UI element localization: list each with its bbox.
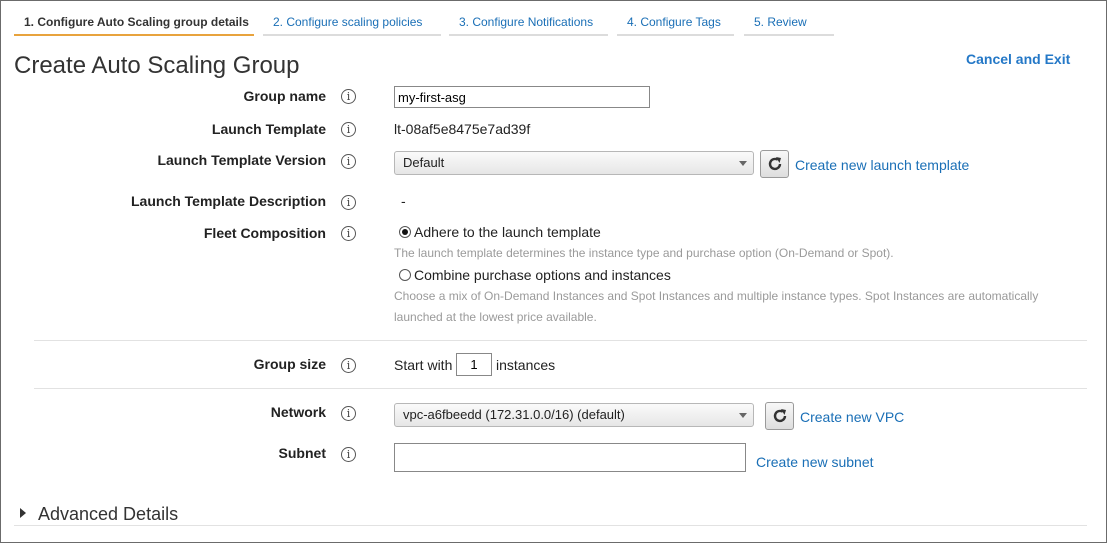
adhere-template-help: The launch template determines the insta… <box>394 246 894 260</box>
group-size-suffix: instances <box>496 357 556 373</box>
launch-template-id: lt-08af5e8475e7ad39f <box>394 121 531 137</box>
group-name-label: Group name <box>243 88 326 104</box>
launch-template-version-label: Launch Template Version <box>157 152 326 168</box>
info-icon[interactable]: i <box>341 226 356 241</box>
network-label: Network <box>270 404 326 420</box>
caret-right-icon[interactable] <box>20 508 26 518</box>
launch-template-label: Launch Template <box>211 121 326 137</box>
launch-template-version-select[interactable]: Default <box>394 151 754 175</box>
tab-review[interactable]: 5. Review <box>744 12 834 36</box>
launch-template-version-value: Default <box>403 155 445 170</box>
info-icon[interactable]: i <box>341 89 356 104</box>
advanced-details-toggle[interactable]: Advanced Details <box>38 504 178 525</box>
refresh-templates-button[interactable] <box>760 150 789 178</box>
launch-template-description-value: - <box>401 193 406 209</box>
subnet-input[interactable] <box>394 443 746 472</box>
combine-purchase-label[interactable]: Combine purchase options and instances <box>414 267 671 283</box>
divider <box>14 525 1087 526</box>
tab-scaling-policies[interactable]: 2. Configure scaling policies <box>263 12 441 36</box>
combine-purchase-help-1: Choose a mix of On-Demand Instances and … <box>394 289 1039 303</box>
info-icon[interactable]: i <box>341 358 356 373</box>
adhere-template-label[interactable]: Adhere to the launch template <box>414 224 601 240</box>
adhere-template-radio[interactable] <box>399 226 411 238</box>
info-icon[interactable]: i <box>341 154 356 169</box>
info-icon[interactable]: i <box>341 122 356 137</box>
chevron-down-icon <box>739 161 747 166</box>
create-subnet-link[interactable]: Create new subnet <box>756 454 874 470</box>
chevron-down-icon <box>739 413 747 418</box>
info-icon[interactable]: i <box>341 406 356 421</box>
group-size-input[interactable] <box>456 353 492 376</box>
refresh-networks-button[interactable] <box>765 402 794 430</box>
subnet-label: Subnet <box>278 445 326 461</box>
info-icon[interactable]: i <box>341 195 356 210</box>
page-title: Create Auto Scaling Group <box>14 52 300 79</box>
launch-template-description-label: Launch Template Description <box>131 193 326 209</box>
create-launch-template-link[interactable]: Create new launch template <box>795 157 969 173</box>
refresh-icon <box>768 157 782 171</box>
group-size-label: Group size <box>253 356 326 372</box>
group-size-prefix: Start with <box>394 357 453 373</box>
refresh-icon <box>773 409 787 423</box>
network-value: vpc-a6fbeedd (172.31.0.0/16) (default) <box>403 407 625 422</box>
tab-tags[interactable]: 4. Configure Tags <box>617 12 734 36</box>
fleet-composition-label: Fleet Composition <box>203 225 326 241</box>
network-select[interactable]: vpc-a6fbeedd (172.31.0.0/16) (default) <box>394 403 754 427</box>
combine-purchase-radio[interactable] <box>399 269 411 281</box>
divider <box>34 388 1087 389</box>
tab-configure-details[interactable]: 1. Configure Auto Scaling group details <box>14 12 254 36</box>
combine-purchase-help-2: launched at the lowest price available. <box>394 310 597 324</box>
tab-notifications[interactable]: 3. Configure Notifications <box>449 12 608 36</box>
group-name-input[interactable] <box>394 86 650 108</box>
divider <box>34 340 1087 341</box>
info-icon[interactable]: i <box>341 447 356 462</box>
cancel-and-exit-link[interactable]: Cancel and Exit <box>966 51 1070 67</box>
create-vpc-link[interactable]: Create new VPC <box>800 409 904 425</box>
